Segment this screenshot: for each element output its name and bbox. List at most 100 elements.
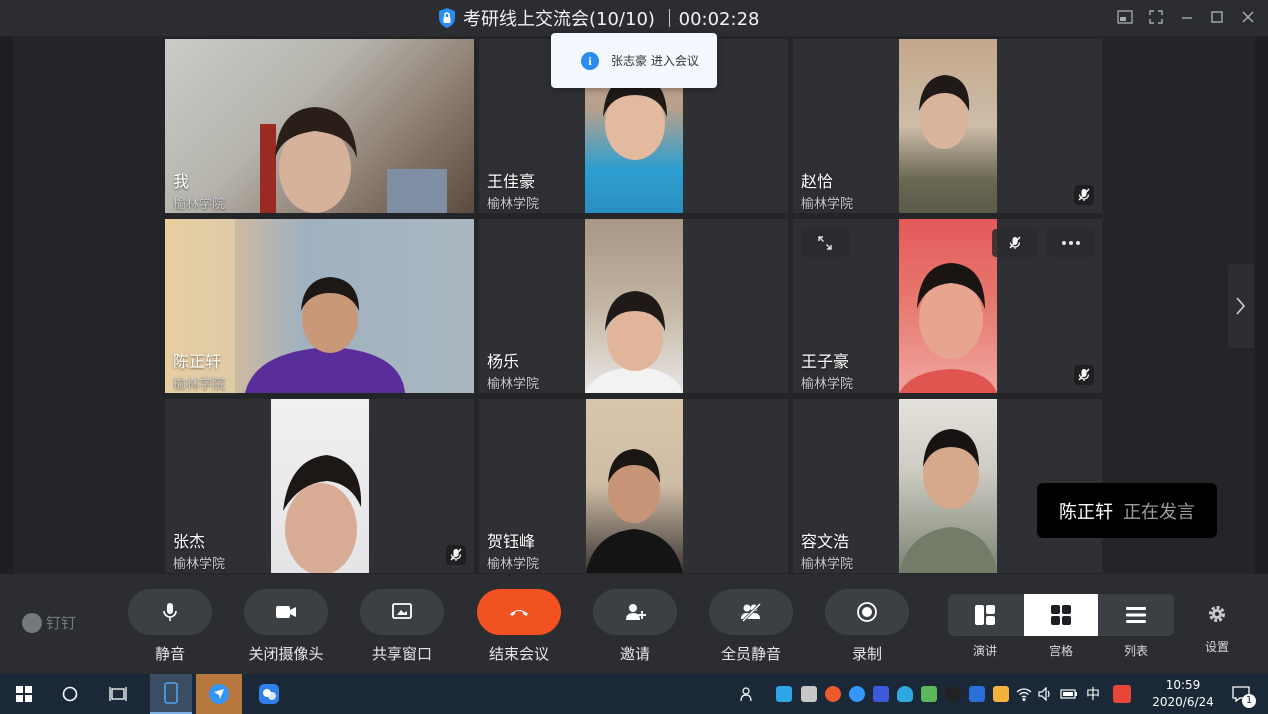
tile-mute-button[interactable] [992, 229, 1038, 257]
expand-icon[interactable] [801, 229, 849, 257]
sogou-ime-icon[interactable] [1113, 685, 1131, 703]
wps-icon[interactable] [969, 686, 985, 702]
participant-tile[interactable]: 杨乐 榆林学院 [479, 219, 788, 393]
video-feed [165, 39, 474, 213]
speaker-layout-label: 演讲 [972, 644, 997, 658]
info-icon: i [581, 51, 599, 70]
video-feed [899, 219, 997, 393]
grid-layout-button[interactable] [1024, 594, 1098, 636]
windows-logo-icon [16, 686, 32, 702]
participant-org: 榆林学院 [801, 557, 854, 572]
person-silhouette [260, 107, 447, 213]
video-feed [586, 399, 683, 573]
title-bar: 考研线上交流会(10/10) ｜00:02:28 [0, 0, 1268, 36]
start-button[interactable] [6, 674, 42, 714]
mute-label: 静音 [154, 645, 185, 663]
participant-tile[interactable]: 张杰 榆林学院 [165, 399, 474, 573]
shield-tray-icon[interactable] [897, 686, 913, 702]
grid-layout-icon [1051, 605, 1071, 625]
record-icon [825, 589, 909, 635]
video-feed [899, 39, 997, 213]
participant-tile[interactable]: 我 榆林学院 [165, 39, 474, 213]
clock-date: 2020/6/24 [1152, 695, 1214, 709]
settings-button[interactable]: 设置 [1200, 604, 1234, 655]
fullscreen-icon[interactable] [1147, 9, 1165, 27]
speaker-name: 陈正轩 [1059, 501, 1113, 523]
record-label: 录制 [851, 645, 882, 663]
taskbar-clock[interactable]: 10:59 2020/6/24 [1140, 677, 1226, 711]
tray-app-icon[interactable] [873, 686, 889, 702]
participant-org: 榆林学院 [487, 377, 540, 392]
muted-mic-icon [446, 545, 466, 565]
participant-tile[interactable]: 王子豪 榆林学院 [793, 219, 1102, 393]
cortana-circle-icon [62, 686, 78, 702]
end-meeting-button[interactable]: 结束会议 [476, 589, 562, 664]
battery-icon[interactable] [1058, 674, 1080, 714]
people-icon[interactable] [736, 674, 760, 714]
tray-app-icon[interactable] [801, 686, 817, 702]
security-tray-icon[interactable] [993, 686, 1009, 702]
meeting-title-group: 考研线上交流会(10/10) ｜00:02:28 [437, 7, 760, 30]
tray-app-icon[interactable] [921, 686, 937, 702]
join-notification-toast: i 张志豪 进入会议 [551, 33, 717, 88]
speaker-layout-button[interactable] [948, 594, 1022, 636]
participant-tile[interactable]: 赵恰 榆林学院 [793, 39, 1102, 213]
dingtalk-tray-icon[interactable] [849, 686, 865, 702]
participant-org: 榆林学院 [173, 557, 226, 572]
maximize-icon[interactable] [1208, 9, 1226, 27]
record-button[interactable]: 录制 [824, 589, 910, 664]
mute-button[interactable]: 静音 [127, 589, 213, 664]
notification-count-badge: 1 [1242, 694, 1256, 708]
close-icon[interactable] [1239, 9, 1257, 27]
participant-name: 容文浩 [801, 532, 850, 551]
wifi-icon[interactable] [1014, 674, 1034, 714]
person-silhouette [919, 75, 970, 149]
share-window-button[interactable]: 共享窗口 [359, 589, 445, 664]
shield-lock-icon [439, 8, 455, 28]
taskbar-app-meeting[interactable] [246, 674, 292, 714]
invite-button[interactable]: 邀请 [592, 589, 678, 664]
taskbar-app-phone[interactable] [150, 674, 192, 714]
participant-tile-active-speaker[interactable]: 陈正轩 榆林学院 [165, 219, 474, 393]
picture-in-picture-icon[interactable] [1116, 9, 1134, 27]
participant-name: 陈正轩 [173, 352, 222, 371]
list-layout-icon [1126, 607, 1146, 623]
phone-app-icon [164, 682, 178, 704]
participant-org: 榆林学院 [801, 377, 854, 392]
tray-app-icon[interactable] [776, 686, 792, 702]
invite-label: 邀请 [619, 645, 650, 663]
participant-org: 榆林学院 [487, 557, 540, 572]
camera-icon [244, 589, 328, 635]
muted-mic-icon [1074, 185, 1094, 205]
mute-all-label: 全员静音 [720, 645, 781, 663]
participant-name: 贺钰峰 [487, 532, 536, 551]
dingtalk-app-icon [209, 684, 229, 704]
notification-center-button[interactable]: 1 [1226, 674, 1256, 714]
settings-label: 设置 [1204, 640, 1229, 654]
participant-tile[interactable]: 贺钰峰 榆林学院 [479, 399, 788, 573]
participant-name: 张杰 [173, 532, 206, 551]
taskbar-app-dingtalk[interactable] [196, 674, 242, 714]
microphone-icon [128, 589, 212, 635]
camera-off-button[interactable]: 关闭摄像头 [243, 589, 329, 664]
meeting-title: 考研线上交流会(10/10) ｜00:02:28 [463, 9, 760, 30]
person-silhouette [586, 449, 683, 573]
mute-all-button[interactable]: 全员静音 [708, 589, 794, 664]
qq-icon[interactable] [945, 686, 961, 702]
search-button[interactable] [52, 674, 88, 714]
more-options-icon[interactable] [1047, 229, 1095, 257]
list-layout-label: 列表 [1123, 644, 1148, 658]
list-layout-button[interactable] [1099, 594, 1173, 636]
video-feed [271, 399, 369, 573]
hang-up-icon [477, 589, 561, 635]
meeting-app-icon [259, 684, 279, 704]
next-page-button[interactable] [1228, 264, 1254, 348]
ime-indicator[interactable]: 中 [1082, 674, 1104, 714]
minimize-icon[interactable] [1178, 9, 1196, 27]
firefox-icon[interactable] [825, 686, 841, 702]
task-view-button[interactable] [100, 674, 136, 714]
participant-name: 赵恰 [801, 172, 834, 191]
chevron-right-icon [1236, 297, 1246, 315]
clock-time: 10:59 [1165, 678, 1201, 692]
volume-icon[interactable] [1036, 674, 1056, 714]
